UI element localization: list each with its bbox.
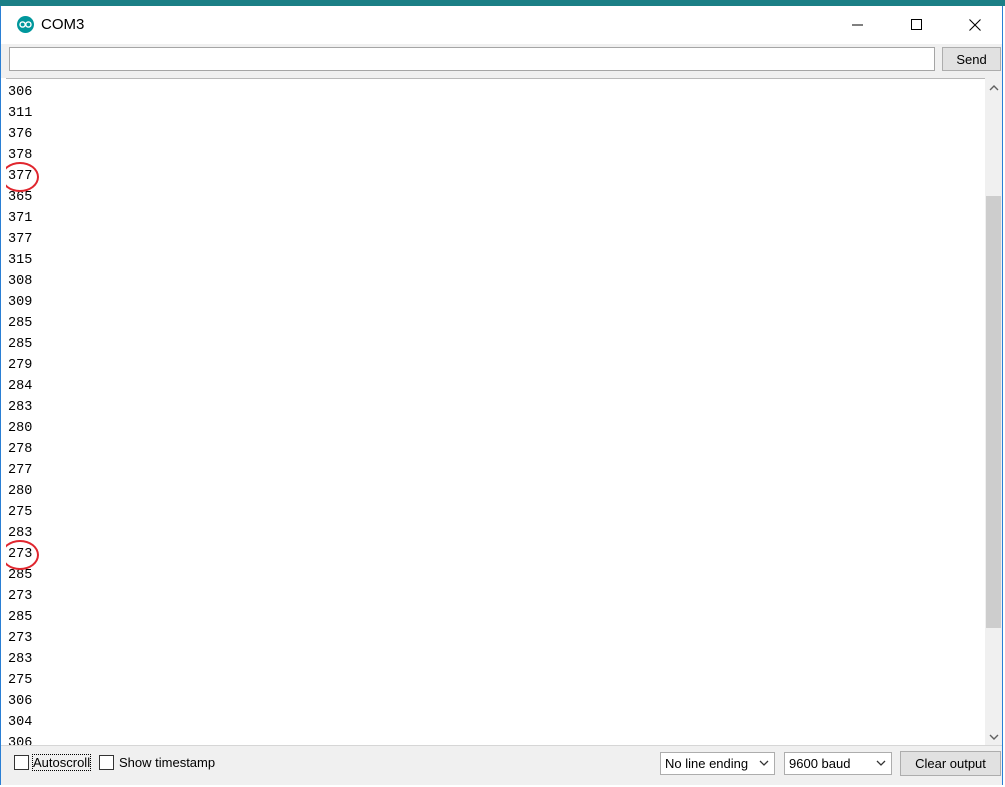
clear-output-button[interactable]: Clear output <box>900 751 1001 776</box>
maximize-icon <box>911 19 922 30</box>
bottom-toolbar: Autoscroll Show timestamp No line ending… <box>1 745 1002 785</box>
output-line: 309 <box>8 295 33 310</box>
output-line: 273 <box>8 631 33 646</box>
output-line: 273 <box>8 589 33 604</box>
output-line: 304 <box>8 715 33 730</box>
line-ending-select[interactable]: No line ending <box>660 752 775 775</box>
output-line: 378 <box>8 148 33 163</box>
output-line: 371 <box>8 211 33 226</box>
output-line: 308 <box>8 274 33 289</box>
output-line: 315 <box>8 253 33 268</box>
timestamp-checkbox[interactable] <box>99 755 114 770</box>
autoscroll-label[interactable]: Autoscroll <box>31 754 92 771</box>
close-icon <box>969 19 981 31</box>
minimize-icon <box>852 24 863 26</box>
close-button[interactable] <box>946 6 1004 44</box>
chevron-up-icon <box>989 84 998 90</box>
maximize-button[interactable] <box>888 6 946 44</box>
window-title: COM3 <box>41 16 85 33</box>
output-line: 279 <box>8 358 33 373</box>
output-line: 284 <box>8 379 33 394</box>
serial-output[interactable]: 306 311 376 378 377 365 371 377 315 308 309 285 285 2… <box>6 78 985 746</box>
serial-monitor-window: COM3 Send 306 311 376 378 377 365 371 377 315 308… <box>0 6 1003 785</box>
vertical-scrollbar[interactable] <box>985 78 1002 745</box>
scrollbar-thumb[interactable] <box>986 196 1001 628</box>
output-line: 306 <box>8 85 33 100</box>
output-line: 365 <box>8 190 33 205</box>
send-row: Send <box>1 44 1002 78</box>
output-line: 277 <box>8 463 33 478</box>
autoscroll-checkbox[interactable] <box>14 755 29 770</box>
output-line: 283 <box>8 526 33 541</box>
send-button[interactable]: Send <box>942 47 1001 71</box>
output-line: 283 <box>8 652 33 667</box>
title-bar[interactable]: COM3 <box>1 6 1002 44</box>
send-input[interactable] <box>9 47 935 71</box>
scroll-up-button[interactable] <box>985 79 1002 96</box>
output-line: 311 <box>8 106 33 121</box>
output-line: 306 <box>8 694 33 709</box>
output-line: 285 <box>8 568 33 583</box>
line-ending-value: No line ending <box>665 756 749 771</box>
output-line: 275 <box>8 505 33 520</box>
scroll-down-button[interactable] <box>985 728 1002 745</box>
output-line: 285 <box>8 610 33 625</box>
output-line: 285 <box>8 337 33 352</box>
output-line: 285 <box>8 316 33 331</box>
baud-rate-value: 9600 baud <box>789 756 851 771</box>
arduino-logo-icon <box>17 16 34 33</box>
chevron-down-icon <box>876 760 886 766</box>
output-line: 280 <box>8 421 33 436</box>
output-line: 377 <box>8 232 33 247</box>
output-line: 283 <box>8 400 33 415</box>
output-line: 376 <box>8 127 33 142</box>
timestamp-label[interactable]: Show timestamp <box>119 755 215 770</box>
output-line: 278 <box>8 442 33 457</box>
chevron-down-icon <box>759 760 769 766</box>
chevron-down-icon <box>989 734 998 740</box>
output-line: 275 <box>8 673 33 688</box>
output-line: 273 <box>8 547 33 562</box>
minimize-button[interactable] <box>829 6 887 44</box>
baud-rate-select[interactable]: 9600 baud <box>784 752 892 775</box>
output-line: 377 <box>8 169 33 184</box>
output-line: 280 <box>8 484 33 499</box>
